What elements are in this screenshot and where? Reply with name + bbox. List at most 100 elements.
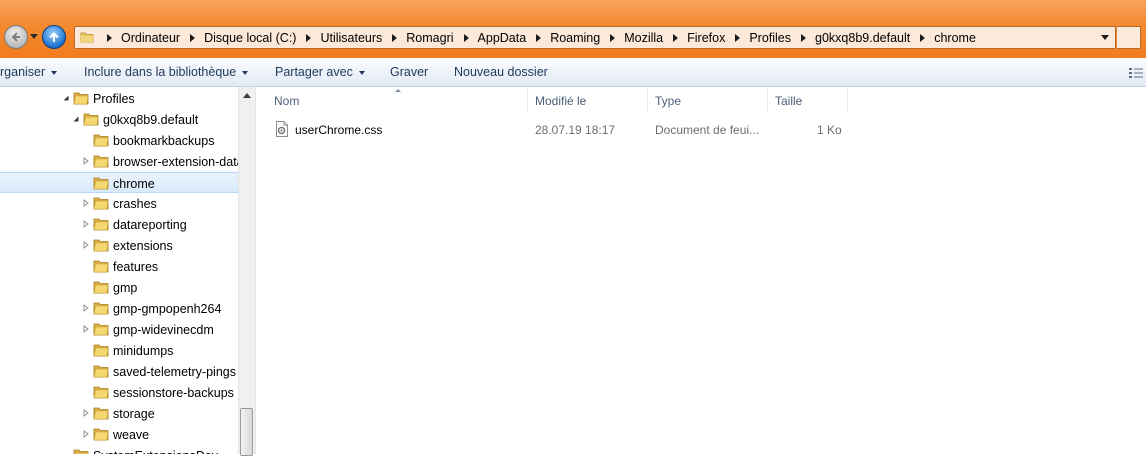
history-dropdown-icon[interactable] <box>30 34 38 39</box>
breadcrumb-separator-icon[interactable] <box>190 33 196 42</box>
column-header-modified[interactable]: Modifié le <box>528 87 648 113</box>
breadcrumb-separator-icon[interactable] <box>306 33 312 42</box>
column-modified-label: Modifié le <box>535 94 587 108</box>
breadcrumb-item[interactable]: Romagri <box>406 31 453 45</box>
share-with-label: Partager avec <box>275 65 353 79</box>
tree-item[interactable]: crashes <box>0 193 238 214</box>
tree-item[interactable]: minidumps <box>0 340 238 361</box>
folder-icon <box>93 197 109 210</box>
breadcrumb-separator-icon[interactable] <box>735 33 741 42</box>
folder-icon <box>93 365 109 378</box>
tree-item[interactable]: Profiles <box>0 88 238 109</box>
column-header-type[interactable]: Type <box>648 87 768 113</box>
folder-icon <box>93 323 109 336</box>
tree-collapsed-icon[interactable] <box>82 220 90 228</box>
tree-collapsed-icon[interactable] <box>82 241 90 249</box>
tree-item[interactable]: storage <box>0 403 238 424</box>
burn-button[interactable]: Graver <box>390 65 428 79</box>
breadcrumb-item[interactable]: chrome <box>934 31 976 45</box>
tree-collapsed-icon[interactable] <box>82 325 90 333</box>
breadcrumb-separator-icon[interactable] <box>801 33 807 42</box>
folder-icon <box>93 281 109 294</box>
new-folder-button[interactable]: Nouveau dossier <box>454 65 548 79</box>
refresh-button[interactable] <box>1117 26 1141 49</box>
organize-button[interactable]: rganiser <box>0 65 58 79</box>
tree-item-label: g0kxq8b9.default <box>103 113 199 127</box>
chevron-down-icon <box>358 70 365 75</box>
tree-item-label: SystemExtensionsDev <box>93 449 218 454</box>
breadcrumb-item[interactable]: Ordinateur <box>121 31 180 45</box>
tree-item[interactable]: datareporting <box>0 214 238 235</box>
scroll-up-icon[interactable] <box>243 93 251 98</box>
tree-expanded-icon[interactable] <box>72 115 80 123</box>
tree-item[interactable]: browser-extension-data <box>0 151 238 172</box>
folder-icon <box>93 302 109 315</box>
breadcrumb-item[interactable]: Firefox <box>687 31 725 45</box>
tree-item-label: saved-telemetry-pings <box>113 365 236 379</box>
tree-item-label: minidumps <box>113 344 174 358</box>
breadcrumb-item[interactable]: Mozilla <box>624 31 663 45</box>
tree-item[interactable]: bookmarkbackups <box>0 130 238 151</box>
tree-item[interactable]: sessionstore-backups <box>0 382 238 403</box>
breadcrumb-separator-icon[interactable] <box>610 33 616 42</box>
tree-collapsed-icon[interactable] <box>82 409 90 417</box>
tree-collapsed-icon[interactable] <box>82 199 90 207</box>
tree-item[interactable]: saved-telemetry-pings <box>0 361 238 382</box>
scrollbar-thumb[interactable] <box>240 408 253 456</box>
navigation-scrollbar[interactable] <box>238 87 255 456</box>
tree-item[interactable]: gmp-gmpopenh264 <box>0 298 238 319</box>
folder-icon <box>83 113 99 126</box>
back-button[interactable] <box>4 25 28 49</box>
chevron-down-icon <box>51 70 58 75</box>
change-view-icon[interactable] <box>1129 67 1143 79</box>
folder-icon <box>93 260 109 273</box>
css-file-icon <box>276 121 288 137</box>
folder-icon <box>93 218 109 231</box>
tree-item[interactable]: gmp-widevinecdm <box>0 319 238 340</box>
breadcrumb-item[interactable]: g0kxq8b9.default <box>815 31 910 45</box>
file-row[interactable]: userChrome.css 28.07.19 18:17 Document d… <box>256 118 856 140</box>
breadcrumb-separator-icon[interactable] <box>920 33 926 42</box>
folder-icon <box>93 239 109 252</box>
tree-collapsed-icon[interactable] <box>82 430 90 438</box>
breadcrumb-item[interactable]: Disque local (C:) <box>204 31 296 45</box>
share-with-button[interactable]: Partager avec <box>275 65 365 79</box>
tree-item-label: gmp <box>113 281 138 295</box>
tree-item[interactable]: chrome <box>0 172 238 193</box>
file-list: Nom Modifié le Type Taille userChrome.cs… <box>256 87 1146 454</box>
breadcrumb-item[interactable]: AppData <box>478 31 527 45</box>
breadcrumb-separator-icon[interactable] <box>463 33 469 42</box>
tree-item[interactable]: g0kxq8b9.default <box>0 109 238 130</box>
tree-expanded-icon[interactable] <box>62 94 70 102</box>
tree-item-label: storage <box>113 407 155 421</box>
address-history-dropdown-icon[interactable] <box>1101 35 1109 40</box>
column-header-name[interactable]: Nom <box>256 87 528 113</box>
tree-collapsed-icon[interactable] <box>82 304 90 312</box>
folder-icon <box>93 386 109 399</box>
breadcrumb-separator-icon[interactable] <box>392 33 398 42</box>
burn-label: Graver <box>390 65 429 79</box>
tree-item[interactable]: features <box>0 256 238 277</box>
address-bar[interactable]: Ordinateur Disque local (C:) Utilisateurs R… <box>74 26 1116 49</box>
up-arrow-icon <box>49 32 59 42</box>
sort-ascending-icon <box>395 89 401 92</box>
tree-item[interactable]: weave <box>0 424 238 445</box>
column-header-size[interactable]: Taille <box>768 87 848 113</box>
tree-item[interactable]: SystemExtensionsDev <box>0 445 238 454</box>
breadcrumb-separator-icon[interactable] <box>536 33 542 42</box>
tree-item-label: sessionstore-backups <box>113 386 234 400</box>
folder-icon <box>73 92 89 105</box>
folder-icon <box>93 155 109 168</box>
breadcrumb-item[interactable]: Utilisateurs <box>320 31 382 45</box>
folder-icon <box>93 428 109 441</box>
tree-item[interactable]: gmp <box>0 277 238 298</box>
include-library-button[interactable]: Inclure dans la bibliothèque <box>84 65 249 79</box>
breadcrumb-separator-icon[interactable] <box>673 33 679 42</box>
tree-item[interactable]: extensions <box>0 235 238 256</box>
breadcrumb-separator-icon[interactable] <box>107 33 112 42</box>
breadcrumb-item[interactable]: Profiles <box>749 31 791 45</box>
breadcrumb-item[interactable]: Roaming <box>550 31 600 45</box>
new-folder-label: Nouveau dossier <box>454 65 548 79</box>
tree-collapsed-icon[interactable] <box>82 157 90 165</box>
up-button[interactable] <box>42 25 66 49</box>
